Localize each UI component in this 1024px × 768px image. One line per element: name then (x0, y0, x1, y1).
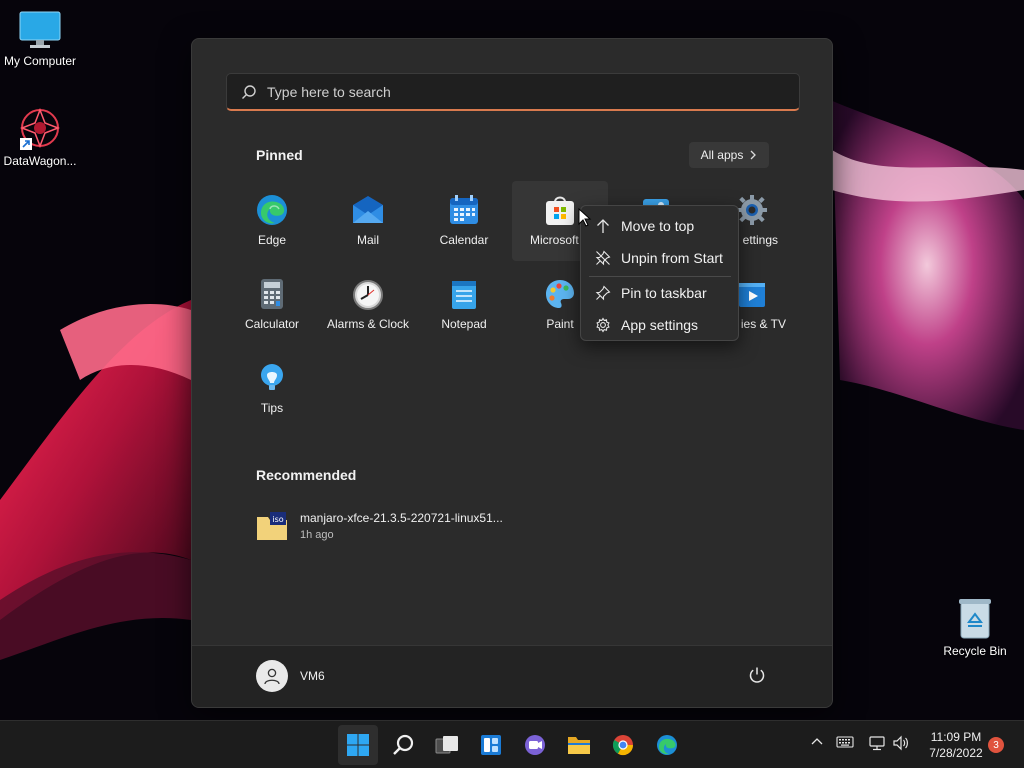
chrome-icon (612, 735, 634, 756)
app-context-menu: Move to top Unpin from Start Pin to task… (580, 205, 739, 341)
taskbar: 11:09 PM 7/28/2022 3 (0, 720, 1024, 768)
gear-icon (596, 317, 610, 333)
edge-icon (257, 195, 287, 225)
context-item-move-to-top[interactable]: Move to top (585, 211, 735, 241)
notepad-icon (452, 281, 476, 309)
volume-icon[interactable] (892, 735, 910, 751)
context-item-app-settings[interactable]: App settings (585, 310, 735, 340)
pinned-app-alarms-clock[interactable]: Alarms & Clock (320, 265, 416, 345)
start-menu: Type here to search Pinned All apps Edge… (191, 38, 833, 708)
start-search-box[interactable]: Type here to search (226, 73, 800, 111)
pinned-app-label: Edge (257, 233, 287, 247)
taskbar-chrome-button[interactable] (603, 725, 643, 765)
pinned-app-notepad[interactable]: Notepad (416, 265, 512, 345)
movies-tv-icon (739, 283, 765, 307)
pinned-app-label: Notepad (441, 317, 487, 331)
edge-icon (657, 735, 677, 755)
user-account-button[interactable]: VM6 (256, 660, 325, 692)
context-item-label: Move to top (621, 218, 695, 234)
user-icon (264, 668, 280, 685)
all-apps-label: All apps (700, 148, 744, 162)
taskbar-clock[interactable]: 11:09 PM 7/28/2022 (918, 729, 994, 761)
pinned-app-edge[interactable]: Edge (224, 181, 320, 261)
folder-icon (568, 737, 590, 754)
pinned-app-calendar[interactable]: Calendar (416, 181, 512, 261)
chevron-right-icon (750, 150, 757, 160)
recommended-item-name: manjaro-xfce-21.3.5-220721-linux51... (300, 511, 503, 525)
start-menu-footer: VM6 (192, 645, 832, 707)
clock-time: 11:09 PM (930, 730, 982, 744)
keyboard-icon[interactable] (836, 735, 854, 749)
alarm-clock-icon (353, 280, 383, 310)
taskbar-edge-button[interactable] (647, 725, 687, 765)
clock-date: 7/28/2022 (929, 746, 983, 760)
taskbar-widgets-button[interactable] (471, 725, 511, 765)
taskbar-task-view-button[interactable] (427, 725, 467, 765)
pinned-heading: Pinned (256, 147, 303, 163)
pinned-app-calculator[interactable]: Calculator (224, 265, 320, 345)
context-item-label: Unpin from Start (621, 250, 723, 266)
all-apps-button[interactable]: All apps (689, 142, 769, 168)
mouse-cursor-icon (578, 208, 592, 227)
avatar (256, 660, 288, 692)
context-item-pin-to-taskbar[interactable]: Pin to taskbar (585, 278, 735, 308)
iso-file-icon: iso (257, 512, 287, 540)
pinned-app-label: Calendar (439, 233, 489, 247)
calculator-icon (261, 279, 283, 309)
search-icon (242, 84, 256, 99)
calendar-icon (450, 195, 478, 224)
pinned-app-label: Tips (260, 401, 284, 415)
taskbar-start-button[interactable] (338, 725, 378, 765)
user-name: VM6 (300, 669, 325, 683)
unpin-icon (595, 250, 611, 266)
svg-text:iso: iso (272, 515, 283, 524)
context-item-label: App settings (621, 317, 699, 333)
paint-palette-icon (546, 280, 574, 308)
desktop-icon-recycle-bin[interactable]: Recycle Bin (935, 596, 1015, 658)
tips-lightbulb-icon (261, 364, 283, 390)
context-menu-divider (589, 276, 731, 277)
settings-gear-icon (737, 195, 767, 225)
network-icon[interactable] (868, 735, 886, 751)
recommended-heading: Recommended (256, 467, 357, 483)
monitor-icon (19, 11, 61, 48)
mail-icon (353, 196, 383, 223)
pin-icon (595, 285, 611, 301)
chat-icon (525, 735, 545, 755)
search-icon (393, 734, 414, 755)
microsoft-store-icon (546, 196, 574, 225)
windows-logo-icon (347, 734, 369, 756)
search-placeholder: Type here to search (267, 83, 391, 100)
pinned-app-label: Calculator (244, 317, 300, 331)
desktop-icon-label: Recycle Bin (943, 644, 1007, 658)
recommended-item[interactable]: iso manjaro-xfce-21.3.5-220721-linux51..… (256, 511, 536, 547)
context-item-label: Pin to taskbar (621, 285, 707, 301)
pinned-app-label: Mail (356, 233, 379, 247)
power-button[interactable] (748, 666, 766, 689)
taskbar-search-button[interactable] (383, 725, 423, 765)
notification-badge[interactable]: 3 (988, 737, 1004, 753)
widgets-icon (481, 735, 501, 755)
desktop-icon-label: DataWagon... (3, 154, 77, 168)
context-item-unpin-from-start[interactable]: Unpin from Start (585, 243, 735, 273)
taskbar-chat-button[interactable] (515, 725, 555, 765)
datawagon-shortcut-icon (19, 107, 61, 150)
recommended-item-time: 1h ago (300, 529, 334, 541)
pinned-app-mail[interactable]: Mail (320, 181, 416, 261)
desktop-icon-datawagon[interactable]: DataWagon... (0, 106, 80, 168)
desktop-icon-label: My Computer (3, 54, 77, 68)
pinned-app-label: Alarms & Clock (326, 317, 409, 331)
chevron-up-icon[interactable] (810, 735, 824, 749)
recycle-bin-icon (959, 599, 991, 639)
power-icon (749, 667, 765, 683)
desktop-icon-my-computer[interactable]: My Computer (0, 10, 80, 68)
pinned-app-tips[interactable]: Tips (224, 349, 320, 429)
arrow-up-icon (597, 219, 609, 233)
taskbar-file-explorer-button[interactable] (559, 725, 599, 765)
task-view-icon (435, 736, 458, 754)
